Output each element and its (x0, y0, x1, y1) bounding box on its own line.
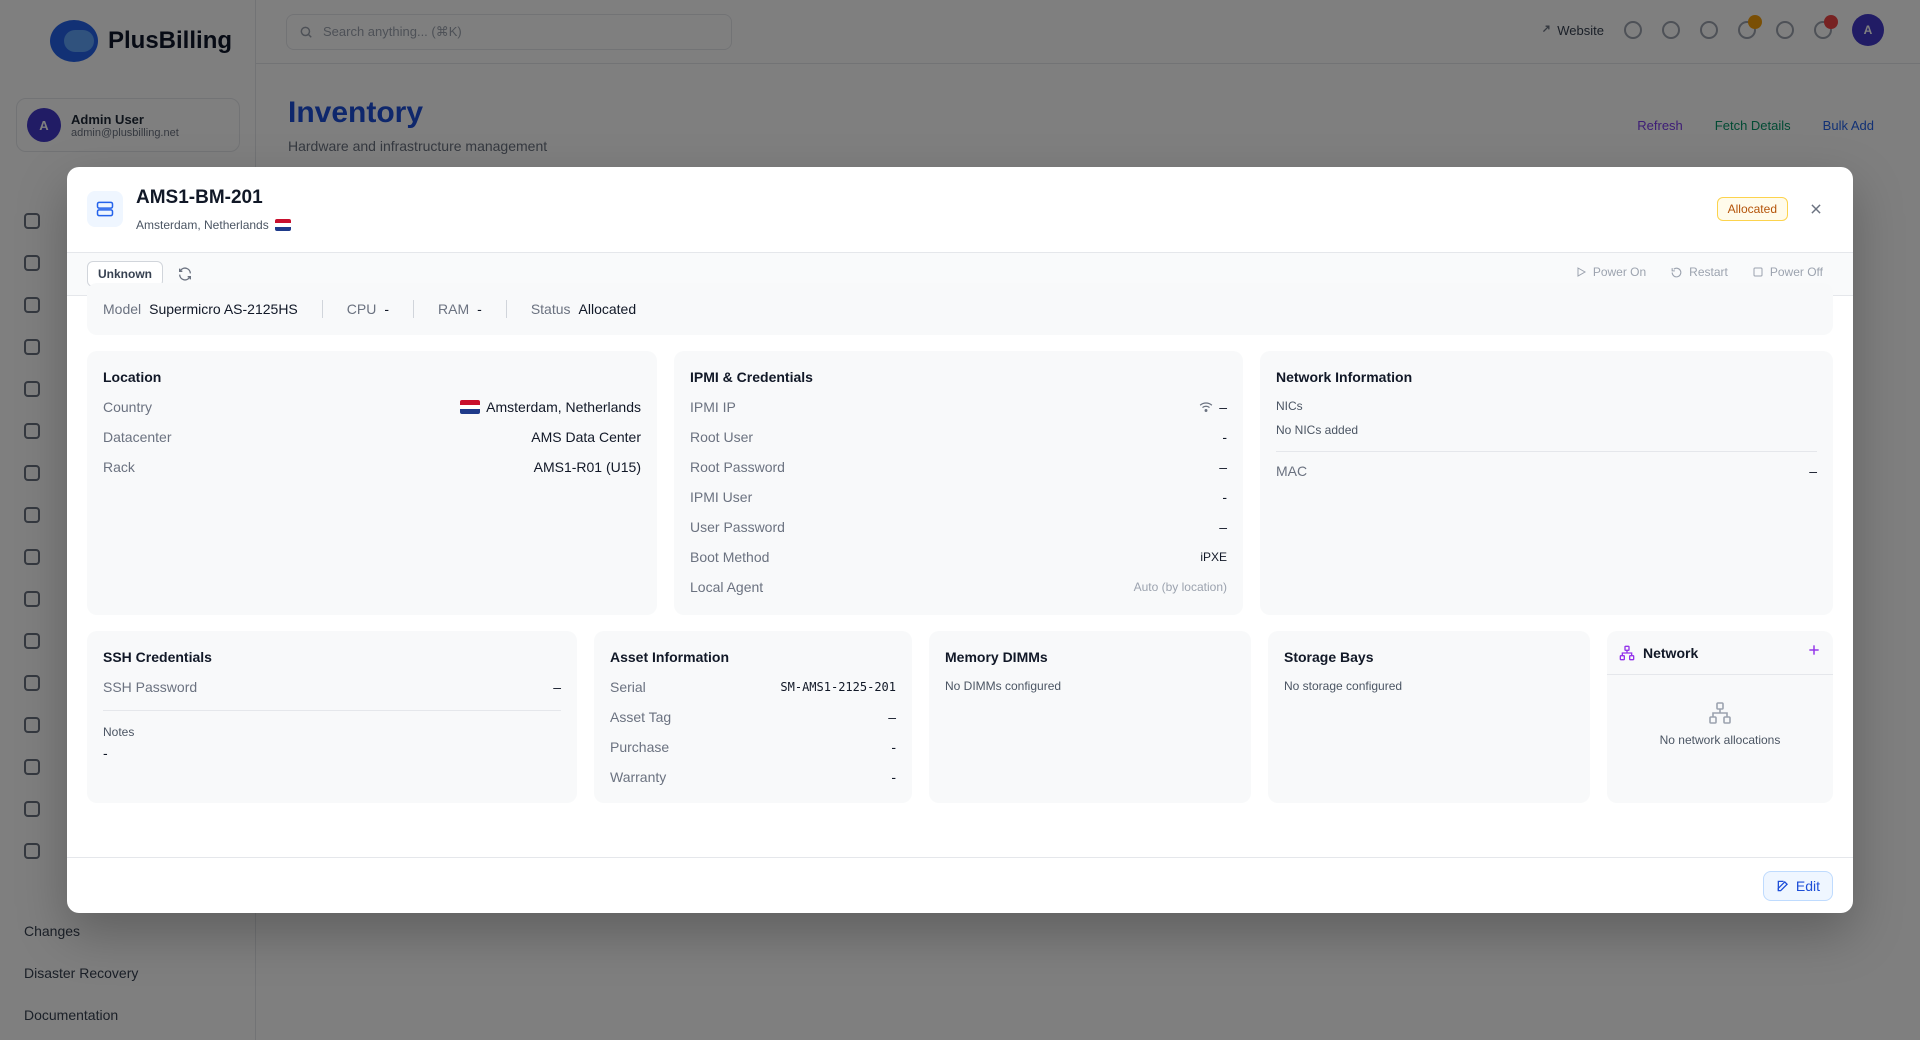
network-allocations-card: Network No network allocations (1607, 631, 1833, 803)
netherlands-flag-icon (460, 400, 481, 414)
modal-location: Amsterdam, Netherlands (136, 218, 291, 232)
restart-label: Restart (1689, 265, 1728, 279)
power-on-button[interactable]: Power On (1575, 265, 1646, 279)
summary-cpu: CPU - (321, 300, 413, 318)
status-badge: Allocated (1716, 197, 1788, 221)
close-button[interactable] (1807, 200, 1825, 218)
summary-bar: Model Supermicro AS-2125HS CPU - RAM - Stat… (87, 283, 1833, 335)
nics-empty-text: No NICs added (1276, 423, 1359, 437)
kv-purchase: Purchase - (610, 739, 896, 755)
location-text: Amsterdam, Netherlands (136, 218, 269, 232)
kv-root-password: Root Password – (690, 459, 1227, 475)
plus-icon (1809, 645, 1819, 655)
summary-status: Status Allocated (505, 300, 660, 318)
wifi-icon (1199, 402, 1213, 412)
modal-title: AMS1-BM-201 (136, 187, 263, 208)
kv-asset-tag: Asset Tag – (610, 709, 896, 725)
ipmi-card: IPMI & Credentials IPMI IP – Root User - … (674, 351, 1243, 615)
memory-empty-text: No DIMMs configured (945, 679, 1062, 693)
network-card-header: Network (1607, 631, 1833, 675)
card-title: Location (103, 369, 162, 385)
kv-ipmi-ip: IPMI IP – (690, 399, 1227, 415)
kv-ssh-password: SSH Password – (103, 679, 561, 695)
kv-mac: MAC – (1276, 463, 1817, 479)
storage-empty-text: No storage configured (1284, 679, 1403, 693)
modal-footer: Edit (67, 857, 1853, 913)
kv-local-agent: Local Agent Auto (by location) (690, 579, 1227, 595)
kv-rack: Rack AMS1-R01 (U15) (103, 459, 641, 475)
edit-icon (1777, 880, 1788, 892)
divider (103, 710, 561, 711)
summary-ram: RAM - (413, 300, 506, 318)
network-empty-text: No network allocations (1659, 733, 1781, 747)
edit-label: Edit (1795, 878, 1820, 894)
ssh-credentials-card: SSH Credentials SSH Password – Notes - (87, 631, 577, 803)
refresh-icon[interactable] (177, 266, 193, 282)
asset-information-card: Asset Information Serial SM-AMS1-2125-201… (594, 631, 912, 803)
kv-serial: Serial SM-AMS1-2125-201 (610, 679, 896, 695)
card-title: IPMI & Credentials (690, 369, 813, 385)
card-title: Network Information (1276, 369, 1413, 385)
close-icon (1811, 204, 1821, 214)
server-detail-modal: AMS1-BM-201 Amsterdam, Netherlands Alloc… (67, 167, 1853, 913)
divider (1276, 451, 1817, 452)
power-on-label: Power On (1592, 265, 1647, 279)
card-title: Asset Information (610, 649, 730, 665)
kv-user-password: User Password – (690, 519, 1227, 535)
kv-datacenter: Datacenter AMS Data Center (103, 429, 641, 445)
kv-boot-method: Boot Method iPXE (690, 549, 1227, 565)
power-actions: Power On Restart Power Off (1575, 265, 1823, 279)
play-icon (1577, 267, 1586, 277)
netherlands-flag-icon (274, 219, 291, 231)
stop-icon (1753, 267, 1763, 277)
add-network-button[interactable] (1807, 641, 1821, 661)
power-off-button[interactable]: Power Off (1752, 265, 1823, 279)
storage-bays-card: Storage Bays No storage configured (1268, 631, 1590, 803)
power-off-label: Power Off (1769, 265, 1823, 279)
restart-button[interactable]: Restart (1670, 265, 1728, 279)
card-title: SSH Credentials (103, 649, 212, 665)
modal-header: AMS1-BM-201 Amsterdam, Netherlands Alloc… (67, 167, 1853, 253)
server-icon (87, 191, 123, 227)
notes-label: Notes (103, 725, 135, 739)
kv-root-user: Root User - (690, 429, 1227, 445)
kv-ipmi-user: IPMI User - (690, 489, 1227, 505)
network-empty-icon (1709, 702, 1731, 724)
edit-button[interactable]: Edit (1762, 871, 1833, 901)
restart-icon (1671, 267, 1682, 277)
nics-label: NICs (1276, 399, 1303, 413)
kv-warranty: Warranty - (610, 769, 896, 785)
location-card: Location Country Amsterdam, Netherlands … (87, 351, 657, 615)
network-information-card: Network Information NICs No NICs added M… (1260, 351, 1833, 615)
summary-model: Model Supermicro AS-2125HS (103, 301, 298, 317)
notes-value: - (103, 745, 108, 761)
card-title: Memory DIMMs (945, 649, 1048, 665)
network-icon (1619, 645, 1635, 661)
card-title: Storage Bays (1284, 649, 1374, 665)
memory-dimms-card: Memory DIMMs No DIMMs configured (929, 631, 1251, 803)
card-title: Network (1643, 645, 1699, 661)
kv-country: Country Amsterdam, Netherlands (103, 399, 641, 415)
